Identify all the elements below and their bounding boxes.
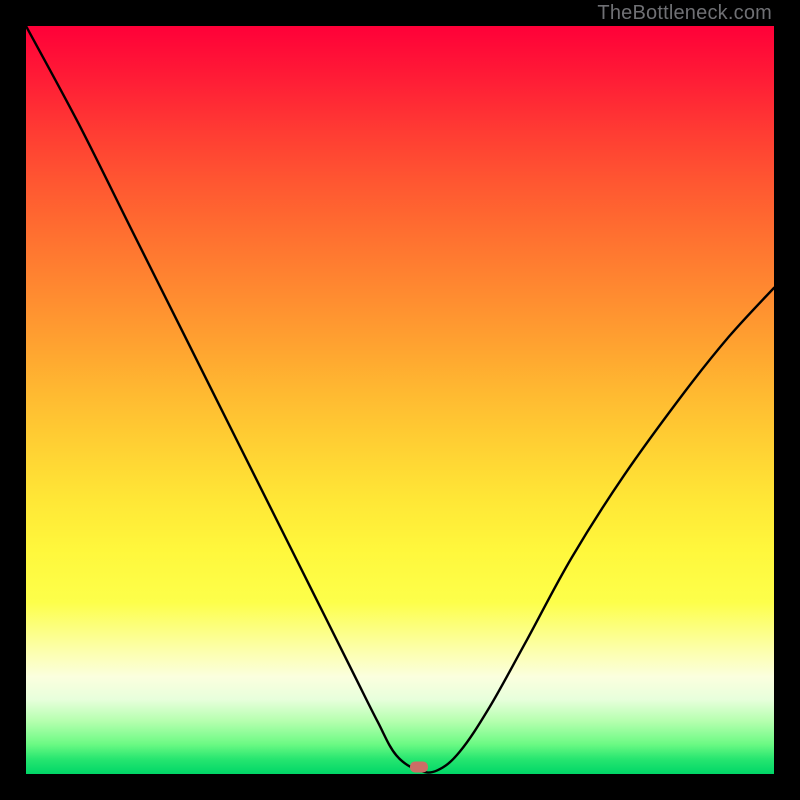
watermark-text: TheBottleneck.com [597,2,772,25]
gradient-background [26,26,774,774]
chart-frame: TheBottleneck.com [0,0,800,800]
plot-area [26,26,774,774]
operating-point-marker [410,761,428,772]
